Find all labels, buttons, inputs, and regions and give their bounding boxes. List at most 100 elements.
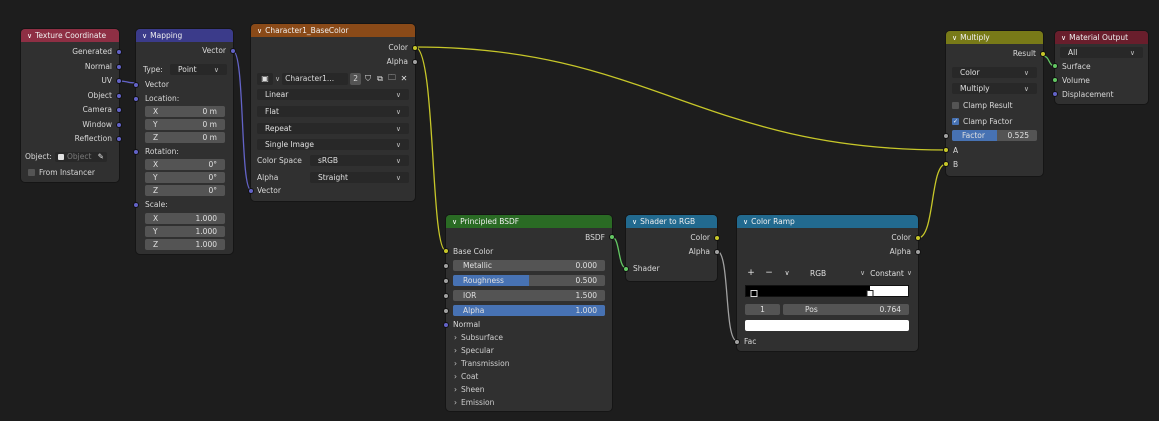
socket-camera[interactable] xyxy=(116,107,122,113)
output-bsdf[interactable]: BSDF xyxy=(585,232,605,243)
checkbox-icon[interactable] xyxy=(952,102,959,109)
output-camera[interactable]: Camera xyxy=(83,104,112,115)
socket-vector-out[interactable] xyxy=(230,48,236,54)
rotation-y-field[interactable]: Y 0° xyxy=(145,172,225,183)
output-result[interactable]: Result xyxy=(1013,48,1036,59)
socket-b-in[interactable] xyxy=(943,161,949,167)
scale-x-field[interactable]: X 1.000 xyxy=(145,213,225,224)
scale-z-field[interactable]: Z 1.000 xyxy=(145,239,225,250)
socket-fac-in[interactable] xyxy=(734,339,740,345)
location-y-field[interactable]: Y 0 m xyxy=(145,119,225,130)
active-stop-index-field[interactable]: 1 xyxy=(745,304,780,315)
texture-coordinate-header[interactable]: ∨ Texture Coordinate xyxy=(21,29,119,42)
interpolation-dropdown[interactable]: ∨ Constant ∨ xyxy=(860,269,912,278)
socket-factor-in[interactable] xyxy=(943,133,949,139)
socket-uv[interactable] xyxy=(116,78,122,84)
remove-stop-button[interactable]: − xyxy=(762,268,776,278)
color-ramp-gradient[interactable] xyxy=(745,285,909,297)
material-output-node[interactable]: ∨ Material Output All ∨ Surface Volume Di… xyxy=(1052,31,1148,104)
color-ramp-node[interactable]: ∨ Color Ramp Color Alpha + − ∨ RGB ∨ Cons… xyxy=(734,215,921,351)
image-users-count[interactable]: 2 xyxy=(350,72,361,85)
open-image-folder-icon[interactable]: 🗀 xyxy=(387,73,397,84)
image-texture-header[interactable]: ∨ Character1_BaseColor xyxy=(251,24,415,37)
socket-displacement-in[interactable] xyxy=(1052,91,1058,97)
socket-a-in[interactable] xyxy=(943,147,949,153)
checkbox-icon[interactable] xyxy=(28,169,35,176)
collapse-chevron-icon[interactable]: ∨ xyxy=(632,218,637,226)
node-editor-canvas[interactable]: ∨ Texture Coordinate Generated Normal UV… xyxy=(0,0,1159,421)
image-name-field[interactable]: Character1... xyxy=(282,72,349,85)
location-z-field[interactable]: Z 0 m xyxy=(145,132,225,143)
socket-normal-in[interactable] xyxy=(443,322,449,328)
socket-vector-in[interactable] xyxy=(133,82,139,88)
shader-to-rgb-node[interactable]: ∨ Shader to RGB Color Alpha Shader xyxy=(623,215,720,281)
panel-transmission[interactable]: › Transmission xyxy=(454,358,509,369)
output-alpha[interactable]: Alpha xyxy=(387,56,408,67)
roughness-field[interactable]: Roughness 0.500 xyxy=(453,275,605,286)
output-window[interactable]: Window xyxy=(82,119,112,130)
stop-position-field[interactable]: Pos 0.764 xyxy=(783,304,909,315)
collapse-chevron-icon[interactable]: ∨ xyxy=(952,34,957,42)
alpha-mode-dropdown[interactable]: Straight ∨ xyxy=(310,172,409,183)
source-dropdown[interactable]: Single Image ∨ xyxy=(257,139,409,150)
metallic-field[interactable]: Metallic 0.000 xyxy=(453,260,605,271)
output-color[interactable]: Color xyxy=(690,232,710,243)
input-b[interactable]: B xyxy=(953,159,958,170)
rotation-x-field[interactable]: X 0° xyxy=(145,159,225,170)
panel-subsurface[interactable]: › Subsurface xyxy=(454,332,503,343)
object-picker[interactable]: Object ✎ xyxy=(54,151,107,162)
collapse-chevron-icon[interactable]: ∨ xyxy=(27,32,32,40)
clamp-result-checkbox[interactable]: Clamp Result xyxy=(952,100,1013,111)
output-object[interactable]: Object xyxy=(88,90,112,101)
principled-bsdf-header[interactable]: ∨ Principled BSDF xyxy=(446,215,612,228)
socket-ior-in[interactable] xyxy=(443,293,449,299)
blend-mode-dropdown[interactable]: Multiply ∨ xyxy=(952,83,1037,94)
socket-volume-in[interactable] xyxy=(1052,77,1058,83)
color-stop-handle[interactable] xyxy=(750,290,758,297)
alpha-field[interactable]: Alpha 1.000 xyxy=(453,305,605,316)
socket-object[interactable] xyxy=(116,93,122,99)
fake-user-shield-icon[interactable]: ⛉ xyxy=(363,74,373,84)
output-uv[interactable]: UV xyxy=(101,75,112,86)
input-shader[interactable]: Shader xyxy=(633,263,660,274)
input-a[interactable]: A xyxy=(953,145,958,156)
mapping-header[interactable]: ∨ Mapping xyxy=(136,29,233,42)
material-output-header[interactable]: ∨ Material Output xyxy=(1055,31,1148,44)
stop-color-swatch[interactable] xyxy=(745,320,909,331)
panel-emission[interactable]: › Emission xyxy=(454,397,494,408)
input-volume[interactable]: Volume xyxy=(1062,75,1090,86)
socket-bsdf-out[interactable] xyxy=(609,234,615,240)
eyedropper-icon[interactable]: ✎ xyxy=(98,152,104,161)
socket-alpha-out[interactable] xyxy=(714,249,720,255)
socket-window[interactable] xyxy=(116,122,122,128)
collapse-chevron-icon[interactable]: ∨ xyxy=(257,27,262,35)
socket-surface-in[interactable] xyxy=(1052,63,1058,69)
factor-field[interactable]: Factor 0.525 xyxy=(952,130,1037,141)
socket-shader-in[interactable] xyxy=(623,266,629,272)
output-reflection[interactable]: Reflection xyxy=(75,133,112,144)
extension-dropdown[interactable]: Repeat ∨ xyxy=(257,123,409,134)
socket-roughness-in[interactable] xyxy=(443,278,449,284)
socket-color-out[interactable] xyxy=(915,235,921,241)
texture-coordinate-node[interactable]: ∨ Texture Coordinate Generated Normal UV… xyxy=(21,29,122,182)
multiply-mix-node[interactable]: ∨ Multiply Result Color ∨ Multiply ∨ Clamp… xyxy=(943,31,1046,176)
socket-metallic-in[interactable] xyxy=(443,263,449,269)
input-surface[interactable]: Surface xyxy=(1062,61,1091,72)
panel-coat[interactable]: › Coat xyxy=(454,371,478,382)
panel-specular[interactable]: › Specular xyxy=(454,345,494,356)
socket-base-color-in[interactable] xyxy=(443,248,449,254)
output-normal[interactable]: Normal xyxy=(85,61,112,72)
image-browse-icon[interactable]: ▣ xyxy=(257,72,273,85)
output-alpha[interactable]: Alpha xyxy=(689,246,710,257)
socket-alpha-in[interactable] xyxy=(443,308,449,314)
unlink-x-icon[interactable]: ✕ xyxy=(399,74,409,84)
input-normal[interactable]: Normal xyxy=(453,319,480,330)
ramp-menu-chevron-icon[interactable]: ∨ xyxy=(780,269,794,277)
socket-rotation[interactable] xyxy=(133,149,139,155)
collapse-chevron-icon[interactable]: ∨ xyxy=(1061,34,1066,42)
principled-bsdf-node[interactable]: ∨ Principled BSDF BSDF Base Color Metall… xyxy=(443,215,615,411)
input-base-color[interactable]: Base Color xyxy=(453,246,493,257)
socket-scale[interactable] xyxy=(133,202,139,208)
from-instancer-checkbox[interactable]: From Instancer xyxy=(28,167,95,178)
collapse-chevron-icon[interactable]: ∨ xyxy=(743,218,748,226)
